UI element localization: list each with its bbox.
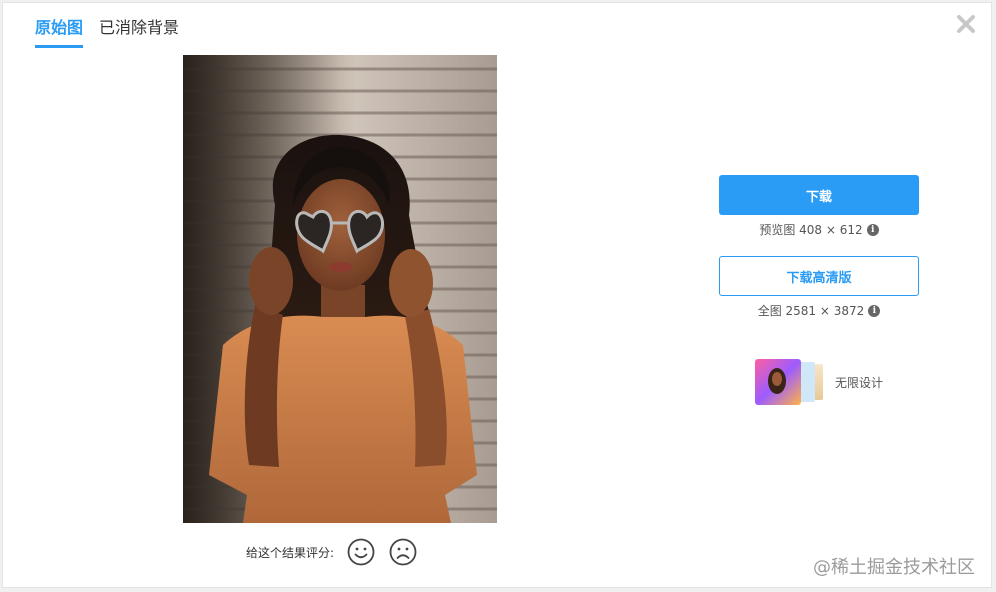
smile-icon[interactable] (346, 537, 376, 567)
download-panel: 下载 预览图 408 × 612 i 下载高清版 全图 2581 × 3872 … (719, 175, 919, 337)
full-size-info: 全图 2581 × 3872 i (719, 302, 919, 319)
view-tabs: 原始图 已消除背景 (35, 17, 179, 48)
result-rating: 给这个结果评分: (246, 537, 418, 567)
download-button[interactable]: 下载 (719, 175, 919, 215)
rating-label: 给这个结果评分: (246, 545, 335, 560)
tab-original[interactable]: 原始图 (35, 17, 84, 48)
info-icon[interactable]: i (868, 304, 881, 317)
full-size-text: 全图 2581 × 3872 (757, 304, 865, 318)
preview-size-text: 预览图 408 × 612 (759, 223, 863, 237)
info-icon[interactable]: i (866, 223, 879, 236)
original-photo (183, 55, 497, 523)
unlimited-design-label: 无限设计 (835, 375, 884, 390)
unlimited-design-link[interactable]: 无限设计 (755, 359, 883, 405)
download-hd-button[interactable]: 下载高清版 (719, 256, 919, 296)
close-icon[interactable] (955, 13, 977, 35)
image-result-dialog: 原始图 已消除背景 给这个结果评分: 下载 预览图 408 × 612 i 下载… (2, 2, 992, 588)
design-thumbnails (755, 359, 825, 405)
tab-background-removed[interactable]: 已消除背景 (99, 17, 179, 48)
site-watermark: @稀土掘金技术社区 (813, 557, 975, 578)
frown-icon[interactable] (388, 537, 418, 567)
preview-size-info: 预览图 408 × 612 i (719, 221, 919, 238)
